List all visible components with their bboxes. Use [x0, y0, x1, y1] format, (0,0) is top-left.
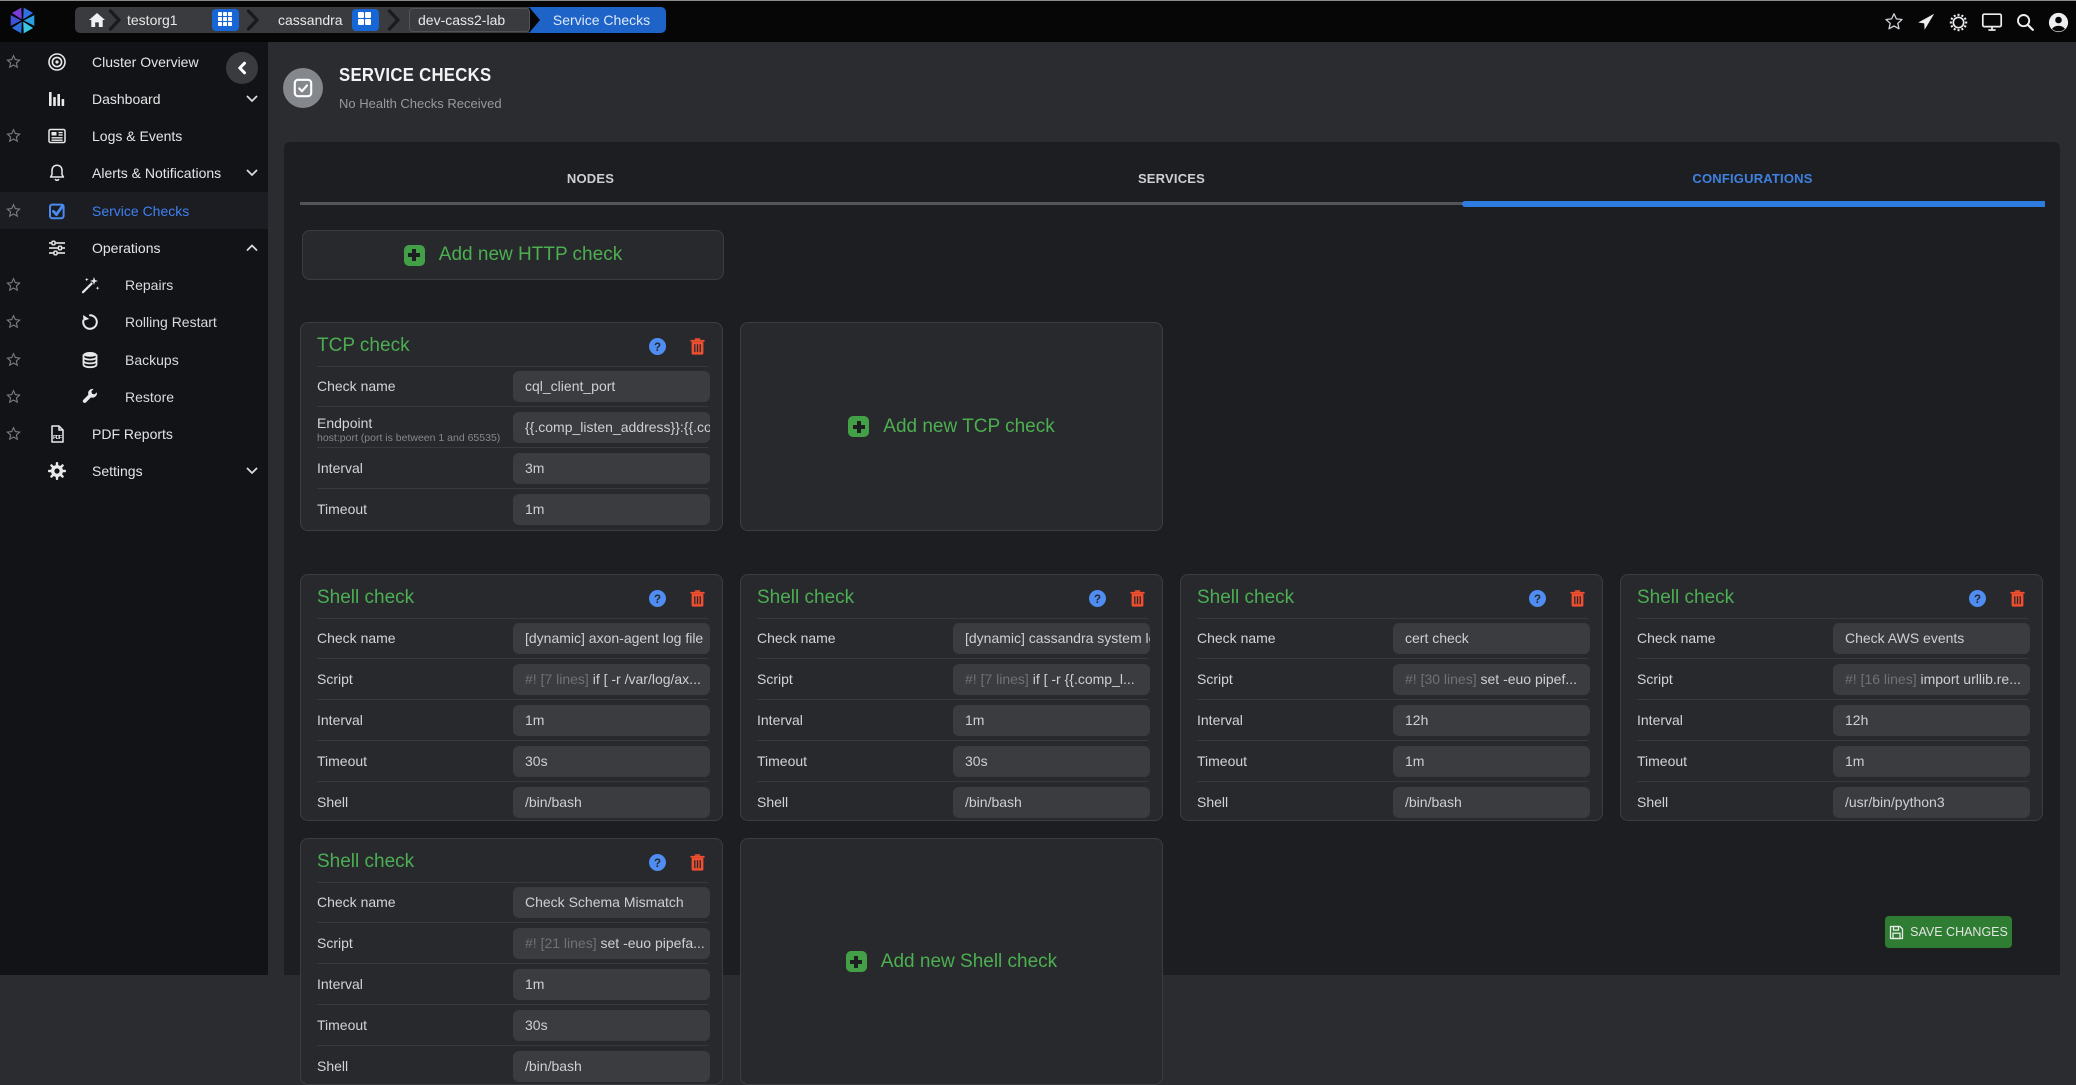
- svg-text:?: ?: [1974, 594, 1981, 606]
- svg-text:?: ?: [1534, 594, 1541, 606]
- svg-text:?: ?: [654, 594, 661, 606]
- svg-text:?: ?: [1094, 594, 1101, 606]
- svg-text:?: ?: [654, 858, 661, 870]
- svg-text:?: ?: [654, 342, 661, 354]
- svg-text:PDF: PDF: [53, 435, 63, 441]
